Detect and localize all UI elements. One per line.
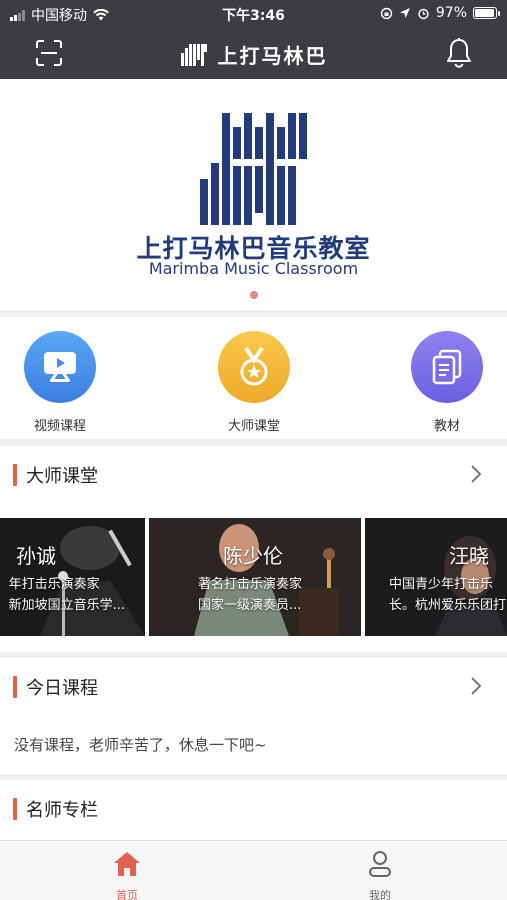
home-icon [114,852,140,876]
tab-label: 首页 [116,889,138,900]
user-icon [369,851,391,877]
banner-title-en: Marimba Music Classroom [148,259,359,278]
tab-label: 我的 [369,889,391,900]
location-icon [399,8,410,18]
teacher-desc: 著名打击乐演奏家 国家一级演奏员... [198,574,302,616]
teacher-desc-line: 中国青少年打击乐 [389,577,494,592]
chevron-right-icon[interactable] [469,676,483,696]
section-title: 大师课堂 [26,466,98,487]
teacher-desc-line: 新加坡国立音乐学... [8,598,125,613]
category-label: 视频课程 [33,419,86,434]
today-courses-section: 今日课程 没有课程，老师辛苦了，休息一下吧~ [0,658,507,774]
teacher-desc-line: 国家一级演奏员... [198,598,302,613]
teacher-desc: 年打击乐演奏家新加坡国立音乐学... [9,574,125,616]
carousel-indicator[interactable] [250,291,258,299]
teacher-desc: 中国青少年打击乐 长。杭州爱乐乐团打 [389,574,506,616]
section-accent-bar [13,798,17,820]
marimba-logo-icon [200,113,307,225]
teacher-carousel[interactable]: 孙诚 年打击乐演奏家新加坡国立音乐学... 陈少伦 著名打击乐演奏家 国家一级演奏… [0,518,507,636]
orientation-lock-icon [380,7,393,19]
battery-icon [473,7,500,19]
page-title: 上打马林巴 [217,44,328,68]
teacher-desc-line: 年打击乐演奏家 [8,577,100,592]
teacher-card[interactable]: 孙诚 年打击乐演奏家新加坡国立音乐学... [0,518,145,636]
app-logo-icon [180,43,207,66]
teacher-name: 孙诚 [16,544,56,568]
master-class-section: 大师课堂 孙诚 年打击乐演奏家新加坡国立音乐学... 陈少伦 著名打击乐演奏家国… [0,446,507,652]
category-video-lessons[interactable]: 视频课程 [5,331,115,434]
teacher-card[interactable]: 陈少伦 著名打击乐演奏家 国家一级演奏员... [149,518,361,636]
section-accent-bar [13,676,17,698]
section-header[interactable]: 大师课堂 [0,446,507,502]
document-icon [411,331,483,403]
teacher-name: 陈少伦 [223,544,283,568]
top-bar: 中国移动 下午3:46 97% 上打马林巴 [0,0,507,79]
teacher-desc-line: 长。杭州爱乐乐团打 [389,598,507,613]
category-master-class[interactable]: 大师课堂 [199,331,309,434]
empty-state-text: 没有课程，老师辛苦了，休息一下吧~ [14,736,267,754]
tab-home[interactable]: 首页 [87,849,167,900]
app-header: 上打马林巴 [0,28,507,79]
tab-mine[interactable]: 我的 [340,849,420,900]
alarm-icon [418,8,429,19]
category-label: 教材 [433,419,460,434]
teacher-desc-line: 著名打击乐演奏家 [198,577,303,592]
teacher-card[interactable]: 汪晓 中国青少年打击乐 长。杭州爱乐乐团打 [365,518,507,636]
chevron-right-icon[interactable] [469,464,483,484]
category-row: 视频课程 大师课堂 教材 [0,317,507,439]
category-label: 大师课堂 [227,419,280,434]
status-bar: 中国移动 下午3:46 97% [0,0,507,28]
battery-percent: 97% [435,5,467,21]
section-header[interactable]: 今日课程 [0,658,507,714]
section-title: 今日课程 [26,678,98,699]
banner-carousel[interactable]: 上打马林巴音乐教室 Marimba Music Classroom [0,79,507,310]
section-title: 名师专栏 [26,800,98,821]
category-textbooks[interactable]: 教材 [392,331,502,434]
teacher-column-section: 名师专栏 [0,780,507,840]
section-header[interactable]: 名师专栏 [0,780,507,836]
bell-icon[interactable] [445,37,473,69]
video-lesson-icon [24,331,96,403]
teacher-name: 汪晓 [449,544,489,568]
tab-bar: 首页 我的 [0,840,507,900]
section-accent-bar [13,464,17,486]
medal-icon [218,331,290,403]
